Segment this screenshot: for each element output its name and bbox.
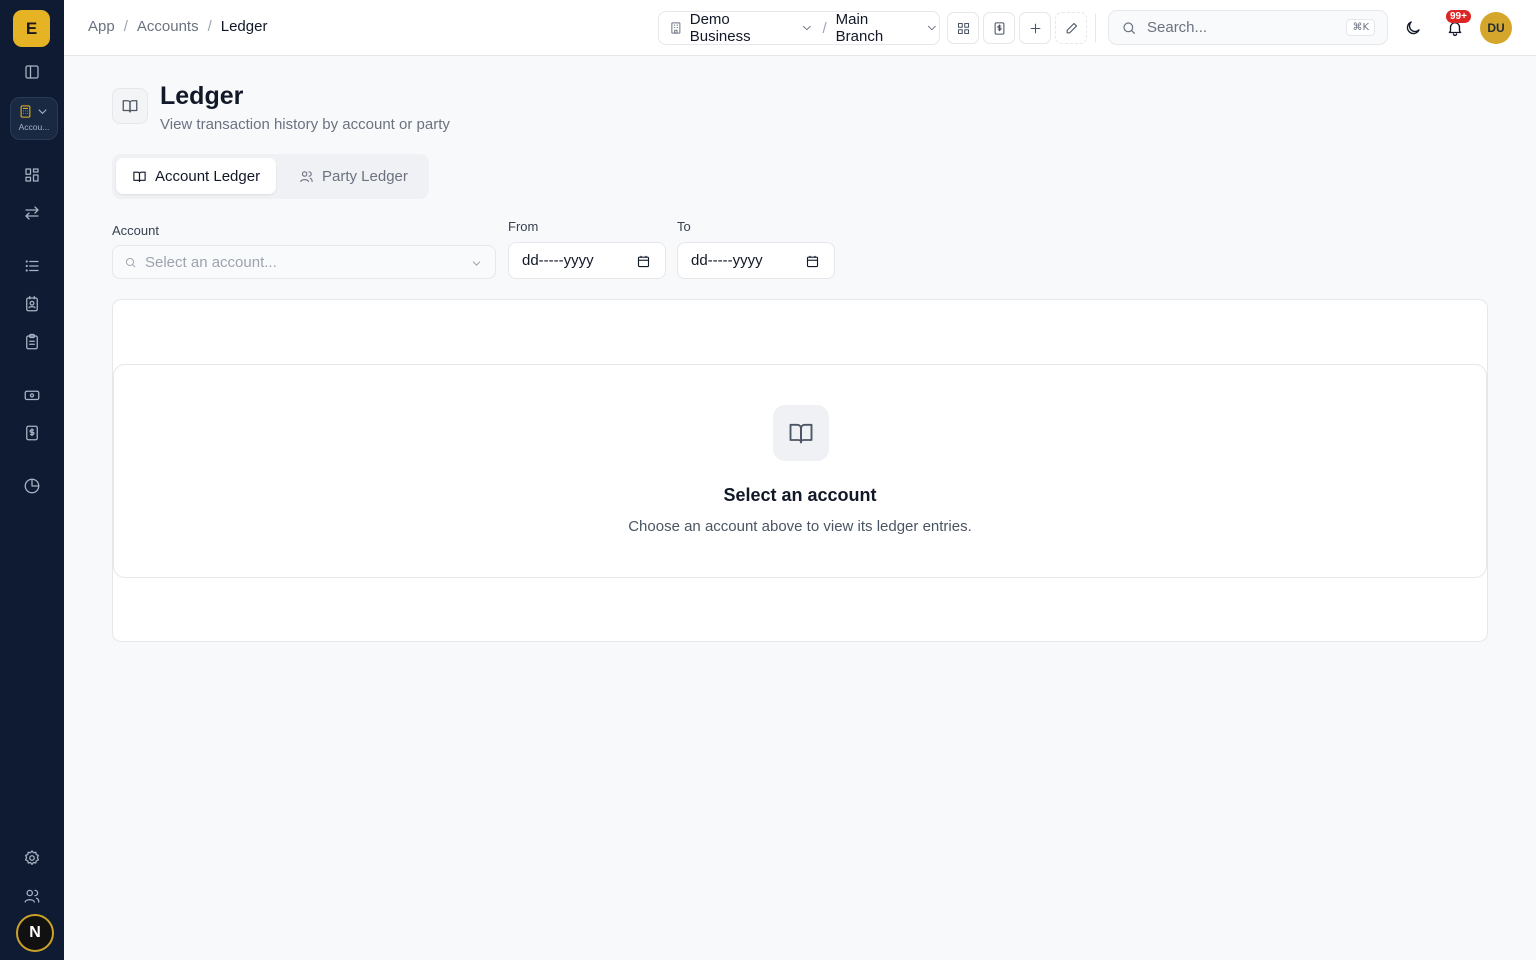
clipboard-list-icon: [26, 333, 38, 350]
page-subtitle: View transaction history by account or p…: [160, 116, 450, 133]
module-switcher[interactable]: Accou...: [10, 97, 58, 140]
sidebar: E Accou... N: [0, 0, 64, 960]
tab-label: Account Ledger: [155, 167, 261, 185]
tab-party-ledger[interactable]: Party Ledger: [283, 158, 424, 194]
avatar[interactable]: DU: [1480, 12, 1512, 44]
contacts-nav[interactable]: [16, 288, 48, 320]
contact-card-icon: [26, 295, 38, 312]
user-avatar-sidebar[interactable]: N: [16, 914, 54, 952]
search-icon: [1123, 21, 1135, 34]
invoices-nav[interactable]: [16, 417, 48, 449]
breadcrumb-separator: /: [123, 18, 128, 35]
book-open-icon: [133, 171, 146, 182]
receipt-icon: [26, 425, 38, 441]
calendar-icon: [637, 255, 650, 268]
breadcrumb-separator: /: [207, 18, 212, 35]
toolbar-divider: [1095, 14, 1096, 42]
tab-label: Party Ledger: [322, 167, 408, 185]
clipboard-nav[interactable]: [16, 326, 48, 358]
list-icon: [25, 260, 39, 272]
users-icon: [24, 889, 40, 903]
theme-toggle-button[interactable]: [1399, 14, 1427, 42]
grid-icon: [957, 22, 969, 34]
module-label: Accou...: [18, 122, 50, 132]
breadcrumb-item-app[interactable]: App: [88, 18, 115, 35]
invoice-button[interactable]: [983, 12, 1015, 44]
app-logo[interactable]: E: [13, 10, 50, 47]
chevron-down-icon: [38, 109, 47, 115]
moon-icon: [1406, 21, 1420, 35]
reports-nav[interactable]: [16, 470, 48, 502]
edit-shortcuts-button[interactable]: [1055, 12, 1087, 44]
notification-badge: 99+: [1446, 10, 1471, 23]
list-nav[interactable]: [16, 250, 48, 282]
dashboard-nav[interactable]: [16, 159, 48, 191]
search-shortcut: ⌘K: [1346, 19, 1375, 36]
search-icon: [125, 257, 136, 267]
empty-state-title: Select an account: [723, 485, 877, 505]
breadcrumb-item-accounts[interactable]: Accounts: [137, 18, 199, 35]
add-button[interactable]: [1019, 12, 1051, 44]
to-date-input[interactable]: dd-----yyyy: [677, 242, 835, 279]
toggle-sidebar-button[interactable]: [16, 56, 48, 88]
breadcrumb-item-current: Ledger: [220, 18, 268, 35]
branch-name[interactable]: Main Branch: [836, 11, 919, 45]
empty-state-description: Choose an account above to view its ledg…: [628, 518, 972, 535]
book-open-icon: [789, 423, 813, 444]
panel-left-icon: [25, 65, 39, 79]
to-label: To: [677, 219, 691, 234]
receipt-icon: [994, 21, 1004, 35]
pie-chart-icon: [24, 478, 40, 494]
transfers-nav[interactable]: [16, 197, 48, 229]
calendar-icon: [806, 255, 819, 268]
top-bar: App / Accounts / Ledger Demo Business / …: [64, 0, 1536, 56]
from-date-value: dd-----yyyy: [522, 252, 594, 269]
account-label: Account: [112, 223, 159, 238]
breadcrumb: App / Accounts / Ledger: [88, 18, 267, 35]
banknote-icon: [24, 390, 40, 401]
search-input[interactable]: Search... ⌘K: [1108, 10, 1388, 45]
account-placeholder: Select an account...: [145, 253, 277, 271]
calculator-icon: [20, 105, 31, 118]
empty-state: Select an account Choose an account abov…: [113, 364, 1487, 578]
chevron-down-icon: [928, 25, 937, 31]
building-icon: [671, 22, 681, 34]
grid-icon: [25, 168, 39, 182]
users-nav[interactable]: [16, 880, 48, 912]
tab-account-ledger[interactable]: Account Ledger: [116, 158, 277, 194]
business-name[interactable]: Demo Business: [690, 11, 793, 45]
to-date-value: dd-----yyyy: [691, 252, 763, 269]
page-icon: [112, 88, 148, 124]
chevron-down-icon: [802, 25, 811, 31]
pencil-icon: [1066, 22, 1077, 33]
business-separator: /: [822, 19, 827, 37]
settings-nav[interactable]: [16, 842, 48, 874]
from-label: From: [508, 219, 539, 234]
ledger-tabs: Account Ledger Party Ledger: [112, 154, 429, 199]
apps-button[interactable]: [947, 12, 979, 44]
users-icon: [300, 170, 313, 182]
chevron-down-icon: [472, 261, 481, 266]
account-select[interactable]: Select an account...: [112, 245, 496, 279]
search-placeholder: Search...: [1147, 19, 1208, 36]
empty-state-icon: [773, 405, 829, 461]
page-title: Ledger: [160, 82, 244, 110]
plus-icon: [1030, 23, 1040, 33]
arrows-left-right-icon: [25, 206, 39, 220]
gear-icon: [24, 850, 40, 866]
business-branch-selector[interactable]: Demo Business / Main Branch: [658, 11, 940, 45]
from-date-input[interactable]: dd-----yyyy: [508, 242, 666, 279]
payments-nav[interactable]: [16, 379, 48, 411]
book-open-icon: [122, 100, 138, 113]
